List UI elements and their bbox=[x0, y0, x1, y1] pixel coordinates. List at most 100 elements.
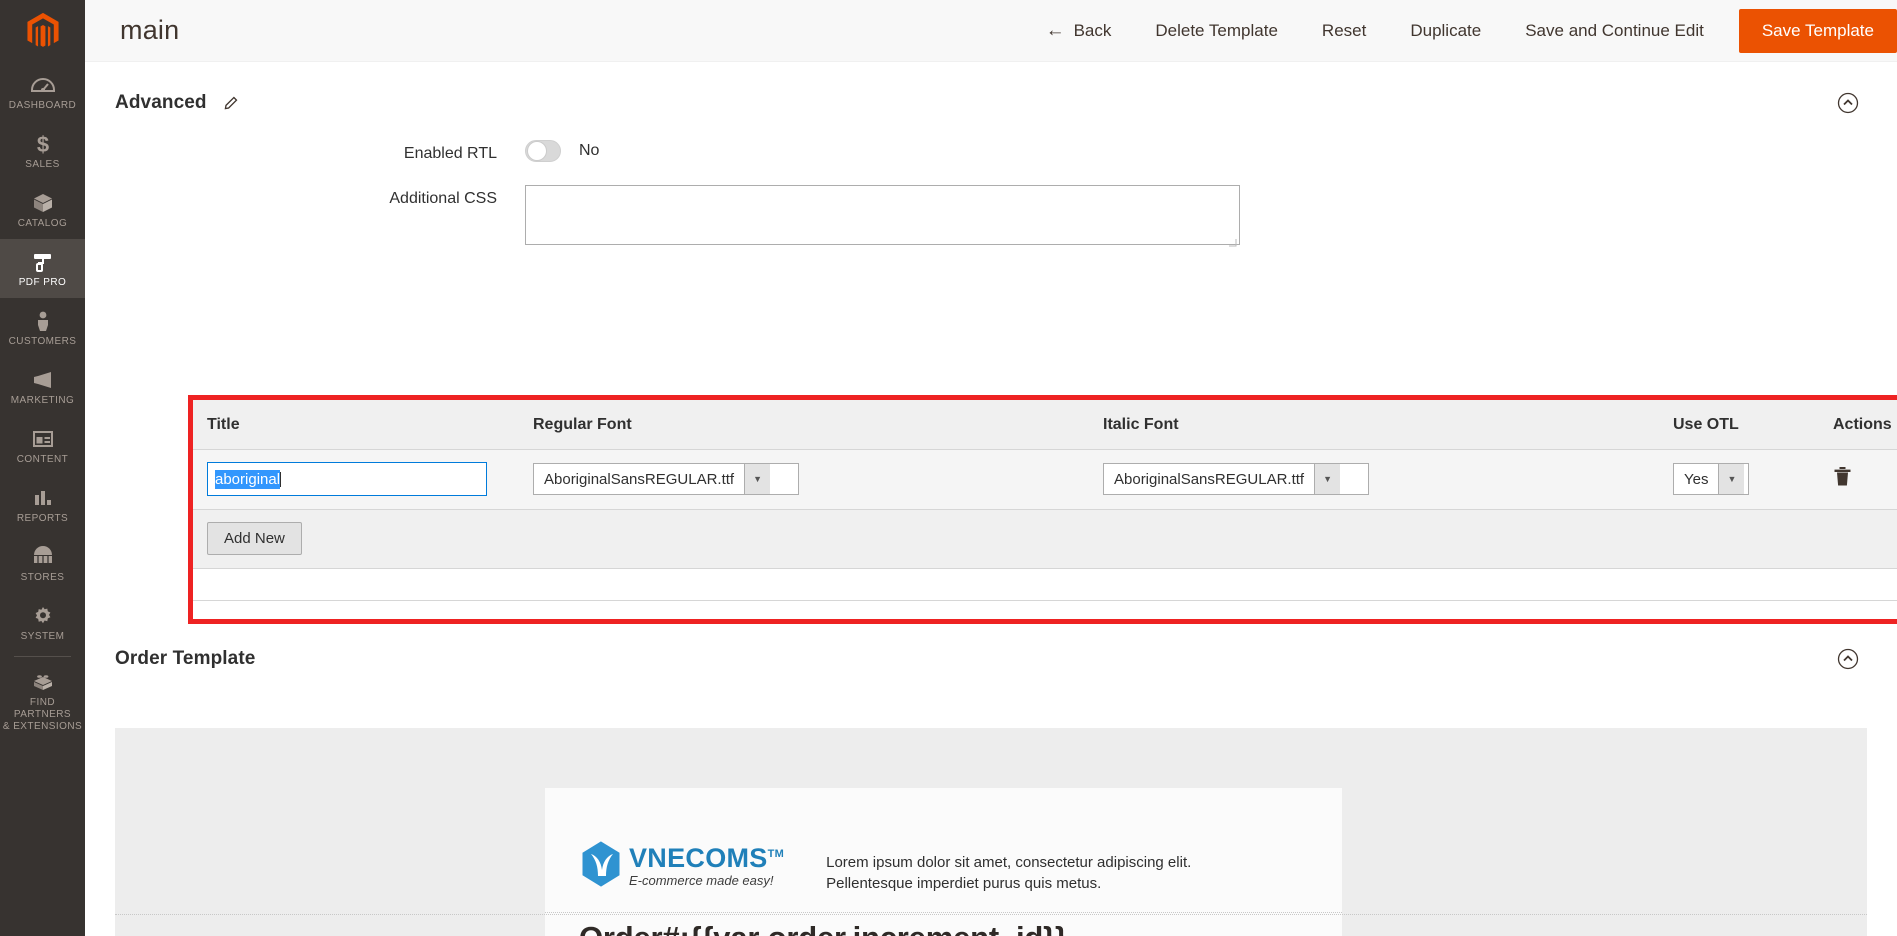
text-caret bbox=[280, 471, 282, 487]
sidebar-item-label: CONTENT bbox=[16, 454, 69, 465]
advanced-section: Advanced Enabled RTL No Additional CSS bbox=[85, 62, 1897, 250]
vnecoms-word: VNECOMS bbox=[629, 843, 768, 873]
font-title-input[interactable]: aboriginal bbox=[207, 462, 487, 496]
save-template-button[interactable]: Save Template bbox=[1738, 8, 1897, 53]
chevron-down-icon[interactable]: ▼ bbox=[1314, 464, 1341, 494]
sidebar-item-customers[interactable]: CUSTOMERS bbox=[0, 298, 85, 357]
preview-header-block: VNECOMSTM E-commerce made easy! Lorem ip… bbox=[579, 820, 1308, 894]
fonts-table-highlight: Title Regular Font Italic Font Use OTL A… bbox=[188, 395, 1897, 624]
main-content: Advanced Enabled RTL No Additional CSS T… bbox=[85, 62, 1897, 936]
chevron-down-icon[interactable]: ▼ bbox=[1718, 464, 1745, 494]
vnecoms-tagline: E-commerce made easy! bbox=[629, 873, 774, 888]
sidebar-item-label: MARKETING bbox=[10, 395, 75, 406]
sidebar-item-label-2: & EXTENSIONS bbox=[2, 721, 83, 732]
order-template-collapse-button[interactable] bbox=[1835, 646, 1861, 672]
enabled-rtl-control: No bbox=[525, 140, 599, 162]
vnecoms-wordmark: VNECOMSTM bbox=[629, 840, 784, 872]
fonts-table-body: aboriginal AboriginalSansREGULAR.ttf ▼ A… bbox=[193, 449, 1897, 617]
cell-italic-font: AboriginalSansREGULAR.ttf ▼ bbox=[1103, 449, 1673, 510]
back-button[interactable]: ← Back bbox=[1024, 0, 1134, 62]
cell-add-new: Add New bbox=[193, 509, 1897, 569]
fonts-table-header-row: Title Regular Font Italic Font Use OTL A… bbox=[193, 400, 1897, 450]
pencil-icon[interactable] bbox=[223, 96, 238, 111]
chevron-down-icon[interactable]: ▼ bbox=[744, 464, 771, 494]
save-and-continue-edit-button[interactable]: Save and Continue Edit bbox=[1503, 0, 1726, 62]
cell-title: aboriginal bbox=[193, 449, 533, 510]
additional-css-label: Additional CSS bbox=[389, 190, 497, 207]
column-header-regular-font: Regular Font bbox=[533, 400, 1103, 450]
dollar-sign-icon: $ bbox=[2, 131, 83, 157]
font-title-value: aboriginal bbox=[215, 469, 281, 489]
sidebar-item-marketing[interactable]: MARKETING bbox=[0, 357, 85, 416]
enabled-rtl-row: Enabled RTL No bbox=[85, 140, 1897, 163]
duplicate-button[interactable]: Duplicate bbox=[1388, 0, 1503, 62]
table-tail-row bbox=[193, 600, 1897, 617]
italic-font-select[interactable]: AboriginalSansREGULAR.ttf ▼ bbox=[1103, 463, 1369, 495]
box-icon bbox=[2, 190, 83, 216]
sidebar-item-label: FIND PARTNERS bbox=[13, 697, 72, 720]
arrow-left-icon: ← bbox=[1045, 20, 1065, 41]
header-actions: ← Back Delete Template Reset Duplicate S… bbox=[1024, 0, 1897, 62]
sidebar-item-stores[interactable]: STORES bbox=[0, 534, 85, 593]
additional-css-input[interactable] bbox=[525, 185, 1240, 245]
vnecoms-logo-text: VNECOMSTM E-commerce made easy! bbox=[629, 840, 784, 888]
bar-chart-icon bbox=[2, 485, 83, 511]
sidebar-item-content[interactable]: CONTENT bbox=[0, 416, 85, 475]
sidebar-item-system[interactable]: SYSTEM bbox=[0, 593, 85, 652]
cell-tail bbox=[193, 600, 1897, 617]
toggle-knob bbox=[527, 141, 547, 161]
vnecoms-leaf-icon bbox=[582, 841, 620, 887]
italic-font-value: AboriginalSansREGULAR.ttf bbox=[1114, 470, 1305, 488]
sidebar-item-label: CUSTOMERS bbox=[8, 336, 77, 347]
sidebar-item-find-partners[interactable]: FIND PARTNERS & EXTENSIONS bbox=[0, 659, 85, 742]
table-blank-row bbox=[193, 568, 1897, 601]
lorem-line-1: Lorem ipsum dolor sit amet, consectetur … bbox=[826, 854, 1192, 871]
magento-logo[interactable] bbox=[0, 0, 85, 62]
regular-font-select[interactable]: AboriginalSansREGULAR.ttf ▼ bbox=[533, 463, 799, 495]
additional-css-wrap bbox=[525, 185, 1240, 250]
advanced-collapse-button[interactable] bbox=[1835, 90, 1861, 116]
advanced-title: Advanced bbox=[115, 92, 207, 113]
table-row: aboriginal AboriginalSansREGULAR.ttf ▼ A… bbox=[193, 449, 1897, 510]
template-preview-canvas: VNECOMSTM E-commerce made easy! Lorem ip… bbox=[115, 728, 1867, 936]
column-header-use-otl: Use OTL bbox=[1673, 400, 1833, 450]
order-template-header: Order Template bbox=[85, 624, 1897, 696]
megaphone-icon bbox=[2, 367, 83, 393]
preview-order-block: Order#:{{var order.increment_id}} {{var … bbox=[545, 920, 1342, 936]
sidebar-divider bbox=[14, 656, 71, 657]
sidebar-item-sales[interactable]: $ SALES bbox=[0, 121, 85, 180]
layout-panel-icon bbox=[2, 426, 83, 452]
vnecoms-logo: VNECOMSTM E-commerce made easy! bbox=[579, 840, 784, 888]
canvas-dotted-line bbox=[115, 914, 1867, 915]
column-header-title: Title bbox=[193, 400, 533, 450]
storefront-icon bbox=[2, 544, 83, 570]
use-otl-select[interactable]: Yes ▼ bbox=[1673, 463, 1749, 495]
fonts-table: Title Regular Font Italic Font Use OTL A… bbox=[193, 400, 1897, 617]
sidebar-item-label: SALES bbox=[25, 159, 60, 170]
sidebar-item-label: DASHBOARD bbox=[8, 100, 77, 111]
delete-template-button[interactable]: Delete Template bbox=[1133, 0, 1300, 62]
sidebar-item-dashboard[interactable]: DASHBOARD bbox=[0, 62, 85, 121]
delete-row-button[interactable] bbox=[1833, 466, 1852, 487]
lorem-line-2: Pellentesque imperdiet purus quis metus. bbox=[826, 875, 1102, 892]
preview-dotted-divider bbox=[545, 912, 1342, 913]
reset-button[interactable]: Reset bbox=[1300, 0, 1388, 62]
page-title: main bbox=[120, 15, 180, 45]
sidebar-item-pdf-pro[interactable]: PDF PRO bbox=[0, 239, 85, 298]
svg-text:$: $ bbox=[36, 132, 48, 157]
additional-css-row: Additional CSS bbox=[85, 185, 1897, 250]
trash-icon bbox=[1834, 467, 1851, 486]
sidebar-item-label: PDF PRO bbox=[18, 277, 67, 288]
add-new-button[interactable]: Add New bbox=[207, 522, 302, 555]
enabled-rtl-label: Enabled RTL bbox=[403, 145, 497, 162]
sidebar-item-reports[interactable]: REPORTS bbox=[0, 475, 85, 534]
sidebar-item-catalog[interactable]: CATALOG bbox=[0, 180, 85, 239]
person-icon bbox=[2, 308, 83, 334]
lego-brick-icon bbox=[2, 669, 83, 695]
page-header: main ← Back Delete Template Reset Duplic… bbox=[85, 0, 1897, 62]
sidebar-item-label: SYSTEM bbox=[20, 631, 65, 642]
column-header-italic-font: Italic Font bbox=[1103, 400, 1673, 450]
cell-blank bbox=[193, 568, 1897, 601]
enabled-rtl-toggle[interactable] bbox=[525, 140, 561, 162]
fonts-table-head: Title Regular Font Italic Font Use OTL A… bbox=[193, 400, 1897, 450]
